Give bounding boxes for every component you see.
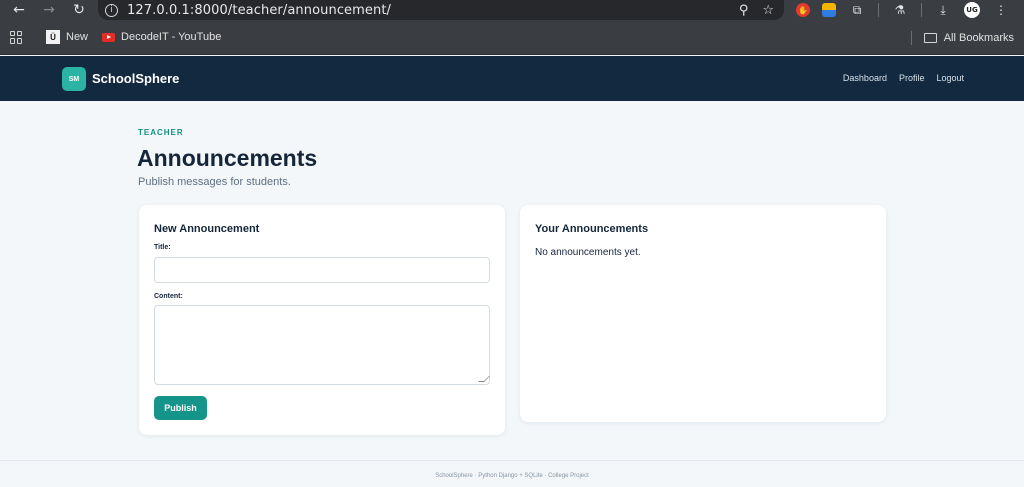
bookmarks-divider — [910, 30, 912, 45]
menu-icon[interactable]: ⋮ — [992, 2, 1010, 18]
content-textarea[interactable] — [154, 305, 490, 385]
all-bookmarks-link[interactable]: All Bookmarks — [944, 32, 1014, 44]
apps-grid-icon[interactable] — [10, 30, 23, 44]
brand-name[interactable]: SchoolSphere — [92, 71, 179, 86]
puzzle-icon[interactable]: ⧉ — [848, 2, 866, 18]
resize-handle-icon[interactable] — [478, 376, 490, 382]
page-subtitle: Publish messages for students. — [138, 176, 291, 188]
reload-icon[interactable]: ↻ — [68, 0, 90, 20]
new-bookmark-icon: Ü — [46, 30, 60, 44]
footer-text: SchoolSphere · Python Django + SQLite · … — [435, 473, 589, 479]
info-icon[interactable]: i — [105, 3, 118, 17]
title-input[interactable] — [154, 257, 490, 283]
bookmark-label: New — [66, 31, 89, 43]
folder-icon — [923, 32, 937, 43]
app-header: SM SchoolSphere Dashboard Profile Logout — [0, 56, 1024, 101]
bookmarks-bar: Ü New DecodeIT - YouTube All Bookmarks — [0, 20, 1024, 55]
forward-arrow-icon[interactable]: → — [38, 0, 60, 20]
card-title: New Announcement — [154, 223, 260, 235]
star-icon[interactable]: ☆ — [762, 3, 774, 18]
address-bar[interactable]: i 127.0.0.1:8000/teacher/announcement/ ⚲… — [98, 0, 784, 20]
bookmark-new[interactable]: Ü New — [37, 30, 88, 44]
url-text[interactable]: 127.0.0.1:8000/teacher/announcement/ — [127, 3, 391, 18]
toolbar-divider — [878, 3, 879, 17]
nav-logout[interactable]: Logout — [936, 73, 964, 83]
extension-icon[interactable] — [822, 3, 836, 17]
download-icon[interactable]: ⤓ — [934, 2, 952, 18]
extension-icon[interactable]: ⚗ — [891, 2, 909, 18]
page-title: Announcements — [137, 145, 318, 171]
extension-icon[interactable]: ✋ — [796, 3, 810, 17]
nav-dashboard[interactable]: Dashboard — [843, 73, 887, 83]
youtube-icon — [102, 32, 116, 42]
bookmark-label: DecodeIT - YouTube — [121, 31, 222, 43]
profile-avatar[interactable]: UG — [964, 2, 980, 18]
browser-toolbar: ← → ↻ i 127.0.0.1:8000/teacher/announcem… — [0, 0, 1024, 20]
toolbar-divider — [921, 3, 922, 17]
your-announcements-card: Your Announcements No announcements yet. — [520, 205, 886, 422]
bookmark-youtube[interactable]: DecodeIT - YouTube — [102, 31, 221, 43]
new-announcement-card: New Announcement Title: Content: Publish — [139, 205, 505, 435]
content-label: Content: — [154, 293, 183, 300]
role-eyebrow: TEACHER — [138, 128, 184, 137]
logo-badge[interactable]: SM — [62, 67, 86, 91]
zoom-icon[interactable]: ⚲ — [739, 3, 749, 18]
back-arrow-icon[interactable]: ← — [8, 0, 30, 20]
publish-button[interactable]: Publish — [154, 396, 207, 420]
footer-divider — [0, 460, 1024, 461]
nav-profile[interactable]: Profile — [899, 73, 925, 83]
title-label: Title: — [154, 244, 171, 251]
card-title: Your Announcements — [535, 223, 649, 235]
main-nav: Dashboard Profile Logout — [843, 73, 964, 83]
empty-state-text: No announcements yet. — [535, 247, 641, 258]
